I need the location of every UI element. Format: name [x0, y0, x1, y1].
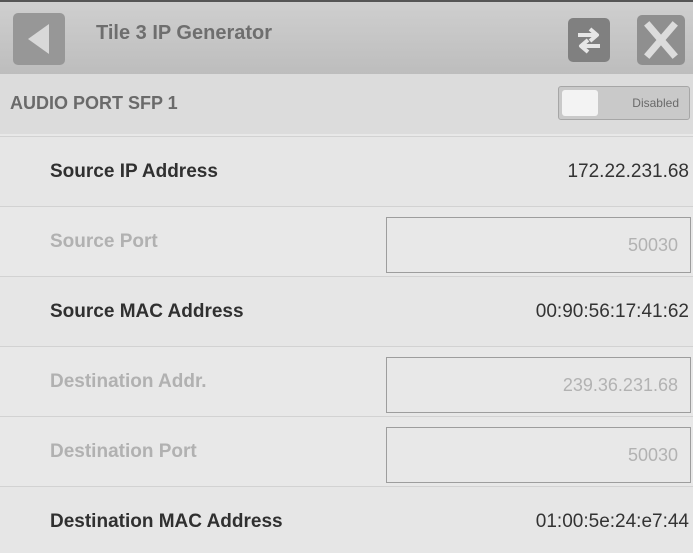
back-arrow-icon — [28, 24, 49, 54]
destination-port-label: Destination Port — [50, 441, 197, 462]
destination-addr-value: 239.36.231.68 — [562, 375, 678, 395]
source-port-input[interactable]: 50030 — [386, 217, 691, 273]
swap-button[interactable] — [568, 18, 610, 62]
row-destination-port: Destination Port 50030 — [0, 416, 693, 486]
audio-port-header: AUDIO PORT SFP 1 Disabled — [0, 74, 693, 134]
ip-generator-screen: Tile 3 IP Generator AUDIO PORT SFP 1 Dis… — [0, 0, 693, 553]
destination-addr-input[interactable]: 239.36.231.68 — [386, 357, 691, 413]
destination-mac-value: 01:00:5e:24:e7:44 — [535, 511, 689, 532]
toggle-state-label: Disabled — [632, 96, 679, 110]
source-mac-label: Source MAC Address — [50, 301, 244, 322]
swap-arrows-icon — [578, 27, 600, 54]
source-ip-value: 172.22.231.68 — [567, 161, 689, 182]
enable-toggle[interactable]: Disabled — [558, 86, 690, 120]
source-port-label: Source Port — [50, 231, 158, 252]
section-title: AUDIO PORT SFP 1 — [10, 93, 178, 113]
source-ip-label: Source IP Address — [50, 161, 218, 182]
row-destination-addr: Destination Addr. 239.36.231.68 — [0, 346, 693, 416]
toggle-knob[interactable] — [562, 90, 598, 116]
source-port-value: 50030 — [627, 235, 678, 255]
close-x-icon — [644, 21, 678, 59]
destination-mac-label: Destination MAC Address — [50, 511, 283, 532]
close-button[interactable] — [637, 15, 685, 65]
row-source-ip: Source IP Address 172.22.231.68 — [0, 136, 693, 206]
destination-port-value: 50030 — [627, 445, 678, 465]
row-source-mac: Source MAC Address 00:90:56:17:41:62 — [0, 276, 693, 346]
back-button[interactable] — [13, 13, 65, 65]
row-destination-mac: Destination MAC Address 01:00:5e:24:e7:4… — [0, 486, 693, 553]
destination-addr-label: Destination Addr. — [50, 371, 207, 392]
source-mac-value: 00:90:56:17:41:62 — [535, 301, 689, 322]
row-source-port: Source Port 50030 — [0, 206, 693, 276]
destination-port-input[interactable]: 50030 — [386, 427, 691, 483]
title-bar: Tile 3 IP Generator — [0, 0, 693, 74]
window-title: Tile 3 IP Generator — [96, 22, 273, 44]
